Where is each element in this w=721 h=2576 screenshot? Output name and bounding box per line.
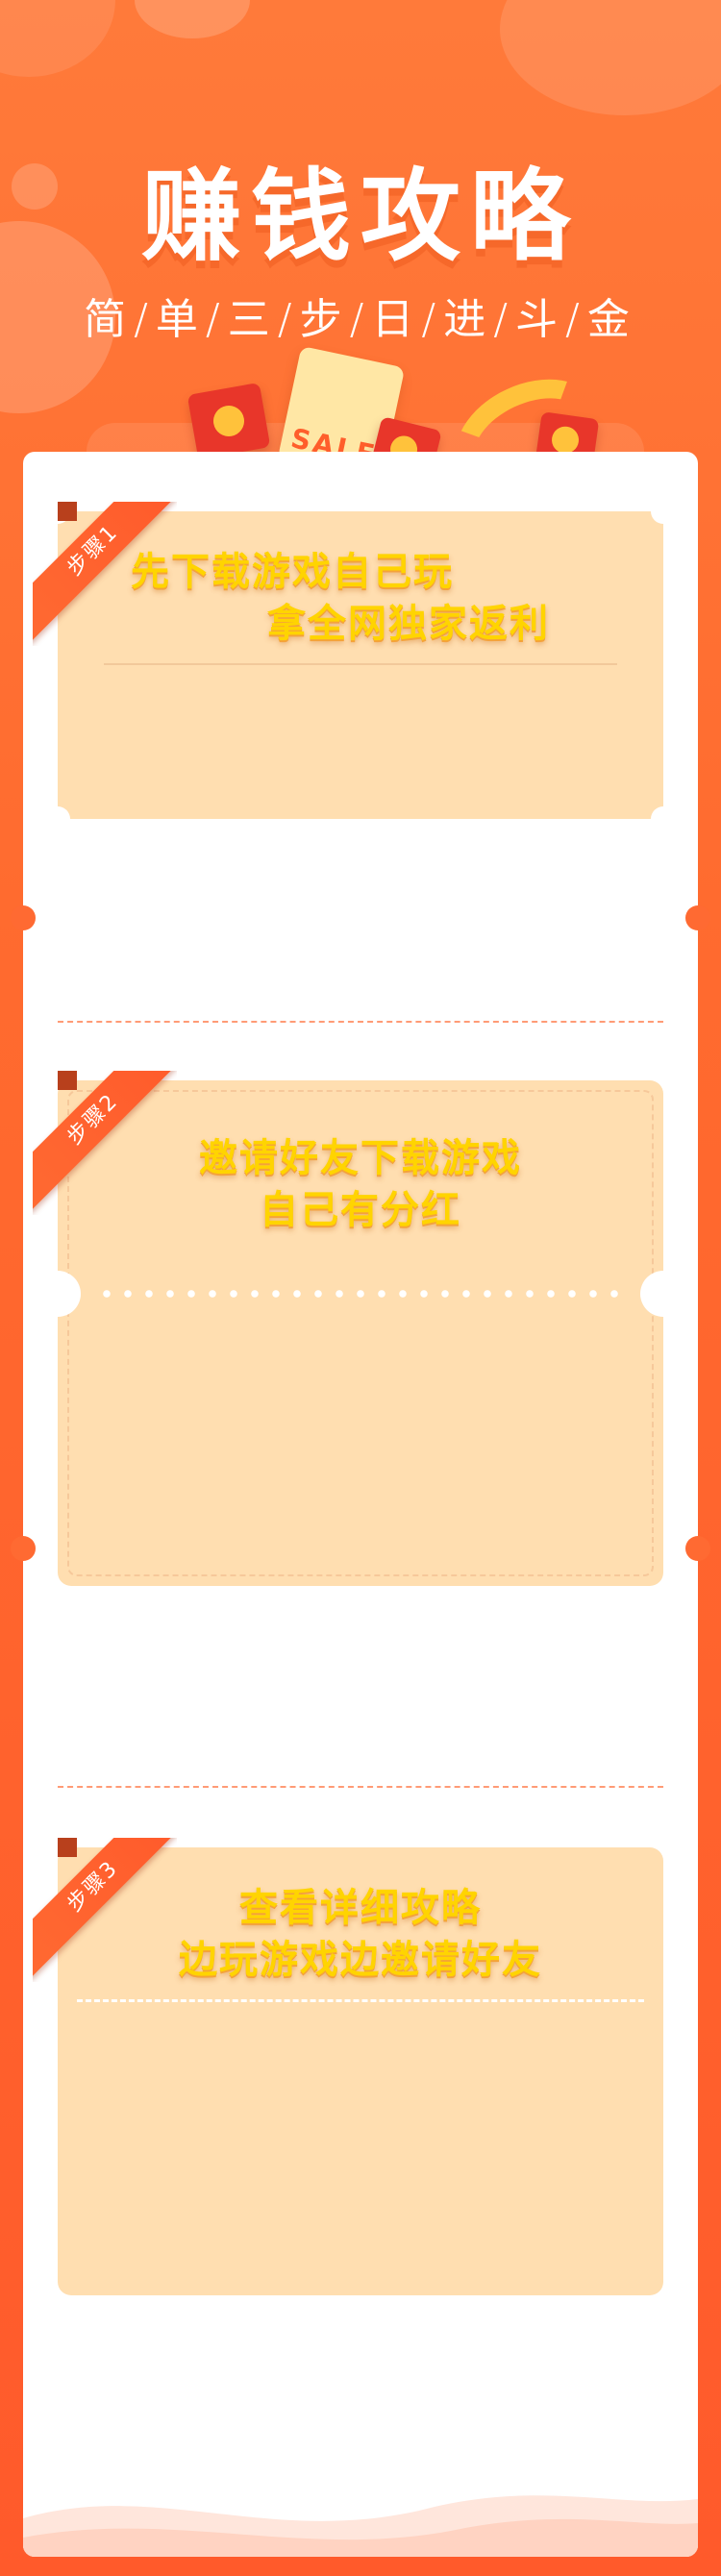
- section-divider: [58, 1786, 663, 1788]
- ribbon-tail: [58, 1838, 77, 1857]
- card-side-hole: [35, 1271, 81, 1317]
- step-1-line-1: 先下载游戏自己玩: [131, 550, 454, 594]
- decor-bubble: [135, 0, 250, 38]
- decor-bubble: [0, 0, 115, 77]
- card-side-hole: [640, 1271, 686, 1317]
- step-badge-label: 步骤3: [33, 1838, 177, 1980]
- card-separator: [104, 663, 617, 665]
- card-corner-hole: [651, 499, 676, 524]
- card-corner-hole: [45, 806, 70, 831]
- red-envelope-icon: [186, 382, 271, 460]
- panel-notch: [11, 1536, 36, 1561]
- page-title: 赚钱攻略: [140, 158, 580, 275]
- page-subtitle: 简/单/三/步/日/进/斗/金: [84, 295, 637, 344]
- ribbon-tail: [58, 502, 77, 521]
- step-badge-3: 步骤3: [33, 1838, 177, 1982]
- card-dashed-separator: [77, 1999, 644, 2002]
- section-divider: [58, 1021, 663, 1023]
- panel-notch: [685, 1536, 710, 1561]
- panel-notch: [11, 905, 36, 930]
- decor-bubble: [500, 0, 721, 115]
- step-badge-2: 步骤2: [33, 1071, 177, 1215]
- bottom-wave: [23, 2470, 698, 2557]
- step-badge-1: 步骤1: [33, 502, 177, 646]
- panel-notch: [685, 905, 710, 930]
- ribbon-tail: [58, 1071, 77, 1090]
- step-badge-label: 步骤1: [33, 502, 177, 644]
- header-banner: 赚钱攻略 简/单/三/步/日/进/斗/金 SALE: [0, 0, 721, 461]
- steps-panel: 先下载游戏自己玩 拿全网独家返利 步骤1 邀请好友下载游戏 自己有分红 步骤2 …: [11, 452, 710, 2557]
- step-badge-label: 步骤2: [33, 1071, 177, 1213]
- step-1-line-2: 拿全网独家返利: [267, 602, 550, 646]
- card-corner-hole: [651, 806, 676, 831]
- card-dot-separator: [96, 1290, 625, 1298]
- wave-graphic: [23, 2495, 698, 2557]
